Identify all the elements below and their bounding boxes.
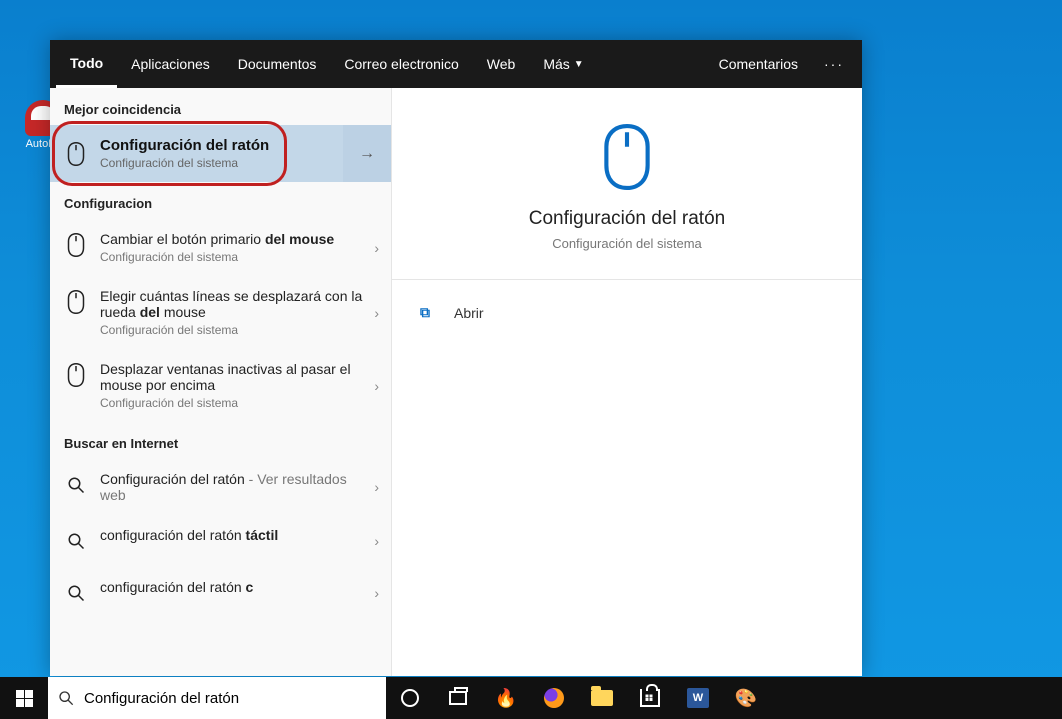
folder-icon [591,690,613,706]
result-title: Cambiar el botón primario del mouse [100,231,368,247]
chevron-right-icon: › [374,378,379,394]
chevron-right-icon: › [374,533,379,549]
firefox-icon [544,688,564,708]
word-icon: W [687,688,709,708]
results-column: Mejor coincidencia Configuración del rat… [50,88,392,676]
flame-icon: 🔥 [495,688,517,709]
web-result-item[interactable]: Configuración del ratón - Ver resultados… [50,459,391,515]
tab-email[interactable]: Correo electronico [330,40,472,88]
result-subtitle: Configuración del sistema [100,323,368,337]
result-title: configuración del ratón c [100,579,368,595]
tab-more[interactable]: Más▼ [529,40,597,88]
taskbar-search-box[interactable] [48,677,386,719]
open-action[interactable]: ⧉ Abrir [420,298,834,327]
taskbar: 🔥 W 🎨 [0,677,1062,719]
taskbar-search-input[interactable] [84,677,376,719]
result-subtitle: Configuración del sistema [100,396,368,410]
result-subtitle: Configuración del sistema [100,250,368,264]
result-item[interactable]: Desplazar ventanas inactivas al pasar el… [50,349,391,422]
web-result-item[interactable]: configuración del ratón c › [50,567,391,619]
result-title: configuración del ratón táctil [100,527,368,543]
tab-all[interactable]: Todo [56,40,117,88]
more-options-button[interactable]: ··· [812,56,856,72]
result-item[interactable]: Elegir cuántas líneas se desplazará con … [50,276,391,349]
task-view-icon [449,691,467,705]
feedback-link[interactable]: Comentarios [705,56,812,72]
chevron-right-icon: › [374,585,379,601]
search-filter-tabs: Todo Aplicaciones Documentos Correo elec… [50,40,862,88]
open-icon: ⧉ [420,304,438,321]
best-match-header: Mejor coincidencia [50,88,391,125]
chevron-down-icon: ▼ [574,59,584,70]
cortana-button[interactable] [386,677,434,719]
chevron-right-icon: › [374,305,379,321]
taskbar-app-flame[interactable]: 🔥 [482,677,530,719]
task-view-button[interactable] [434,677,482,719]
taskbar-app-firefox[interactable] [530,677,578,719]
cortana-icon [401,689,419,707]
mouse-icon [62,361,90,389]
windows-logo-icon [16,690,33,707]
search-panel: Todo Aplicaciones Documentos Correo elec… [50,40,862,676]
result-title: Desplazar ventanas inactivas al pasar el… [100,361,368,393]
web-search-header: Buscar en Internet [50,422,391,459]
taskbar-app-paint[interactable]: 🎨 [722,677,770,719]
web-result-item[interactable]: configuración del ratón táctil › [50,515,391,567]
mouse-icon [62,288,90,316]
tab-web[interactable]: Web [473,40,530,88]
search-icon [62,471,90,499]
mouse-icon [601,124,653,190]
mouse-icon [62,140,90,168]
tab-apps[interactable]: Aplicaciones [117,40,224,88]
search-icon [58,690,74,706]
mouse-icon [62,231,90,259]
best-match-expand-button[interactable]: → [343,125,391,182]
best-match-title: Configuración del ratón [100,137,331,154]
result-item[interactable]: Cambiar el botón primario del mouse Conf… [50,219,391,276]
configuration-header: Configuracion [50,182,391,219]
taskbar-app-store[interactable] [626,677,674,719]
paint-icon: 🎨 [735,688,757,709]
result-title: Elegir cuántas líneas se desplazará con … [100,288,368,320]
preview-pane: Configuración del ratón Configuración de… [392,88,862,676]
best-match-result[interactable]: Configuración del ratón Configuración de… [50,125,343,182]
start-button[interactable] [0,677,48,719]
taskbar-app-word[interactable]: W [674,677,722,719]
chevron-right-icon: › [374,479,379,495]
preview-subtitle: Configuración del sistema [552,236,702,251]
taskbar-app-file-explorer[interactable] [578,677,626,719]
result-title: Configuración del ratón - Ver resultados… [100,471,368,503]
best-match-subtitle: Configuración del sistema [100,156,331,170]
preview-title: Configuración del ratón [529,208,725,230]
tab-documents[interactable]: Documentos [224,40,331,88]
search-icon [62,527,90,555]
store-icon [640,689,660,707]
chevron-right-icon: › [374,240,379,256]
search-icon [62,579,90,607]
open-label: Abrir [454,305,484,321]
